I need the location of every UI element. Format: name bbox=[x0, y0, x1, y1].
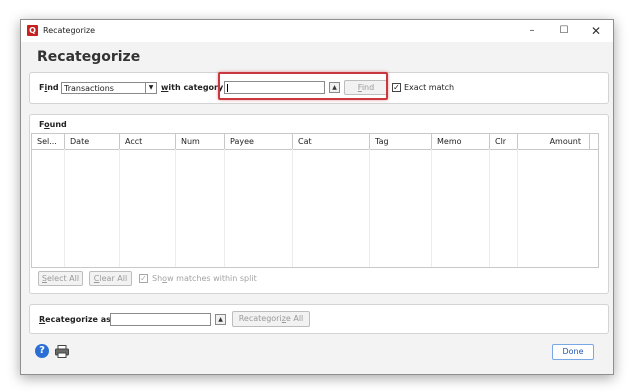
exact-match-checkbox[interactable]: ✓ bbox=[392, 83, 401, 92]
printer-icon[interactable] bbox=[55, 345, 69, 358]
title-bar: Q Recategorize – ☐ ✕ bbox=[21, 20, 613, 42]
column-divider bbox=[517, 149, 518, 267]
select-all-button[interactable]: Select All bbox=[38, 271, 83, 286]
category-highlight-box bbox=[218, 72, 388, 100]
clear-all-button[interactable]: Clear All bbox=[89, 271, 132, 286]
column-divider bbox=[489, 149, 490, 267]
column-divider bbox=[292, 149, 293, 267]
column-header-acct[interactable]: Acct bbox=[120, 134, 176, 149]
recategorize-as-input[interactable] bbox=[110, 313, 211, 326]
quicken-app-icon: Q bbox=[27, 25, 38, 36]
find-type-value: Transactions bbox=[64, 84, 114, 93]
column-header-tag[interactable]: Tag bbox=[370, 134, 432, 149]
column-header-date[interactable]: Date bbox=[65, 134, 120, 149]
with-category-label: with category bbox=[161, 83, 224, 92]
found-transactions-table[interactable]: Sel... Date Acct Num Payee Cat Tag Memo … bbox=[31, 133, 599, 268]
column-divider bbox=[119, 149, 120, 267]
find-type-select[interactable]: Transactions ▼ bbox=[61, 82, 157, 94]
column-divider bbox=[175, 149, 176, 267]
column-header-select[interactable]: Sel... bbox=[32, 134, 65, 149]
find-label: Find bbox=[39, 83, 59, 92]
column-header-num[interactable]: Num bbox=[176, 134, 225, 149]
show-matches-label: Show matches within split bbox=[152, 274, 257, 283]
exact-match-label: Exact match bbox=[404, 83, 455, 92]
column-header-cat[interactable]: Cat bbox=[293, 134, 370, 149]
recategorize-all-button[interactable]: Recategorize All bbox=[232, 311, 310, 327]
show-matches-checkbox[interactable]: ✓ bbox=[139, 274, 148, 283]
column-header-amount[interactable]: Amount bbox=[518, 134, 590, 149]
column-divider bbox=[369, 149, 370, 267]
column-divider bbox=[431, 149, 432, 267]
minimize-button[interactable]: – bbox=[516, 20, 548, 42]
help-icon[interactable]: ? bbox=[35, 344, 49, 358]
window-title: Recategorize bbox=[43, 26, 96, 35]
found-label: Found bbox=[39, 120, 67, 129]
page-title: Recategorize bbox=[37, 49, 141, 65]
recategorize-list-button[interactable]: ▲ bbox=[215, 314, 226, 325]
recategorize-dialog: Q Recategorize – ☐ ✕ Recategorize Find T… bbox=[20, 19, 614, 375]
column-divider bbox=[224, 149, 225, 267]
column-header-memo[interactable]: Memo bbox=[432, 134, 490, 149]
close-button[interactable]: ✕ bbox=[580, 20, 612, 42]
chevron-down-icon[interactable]: ▼ bbox=[145, 83, 156, 93]
recategorize-panel: Recategorize as ▲ Recategorize All bbox=[29, 304, 609, 334]
table-header: Sel... Date Acct Num Payee Cat Tag Memo … bbox=[32, 134, 598, 150]
recategorize-as-label: Recategorize as bbox=[39, 315, 111, 324]
maximize-button[interactable]: ☐ bbox=[548, 20, 580, 42]
column-divider bbox=[64, 149, 65, 267]
column-header-clr[interactable]: Clr bbox=[490, 134, 518, 149]
column-header-payee[interactable]: Payee bbox=[225, 134, 293, 149]
done-button[interactable]: Done bbox=[552, 344, 594, 360]
